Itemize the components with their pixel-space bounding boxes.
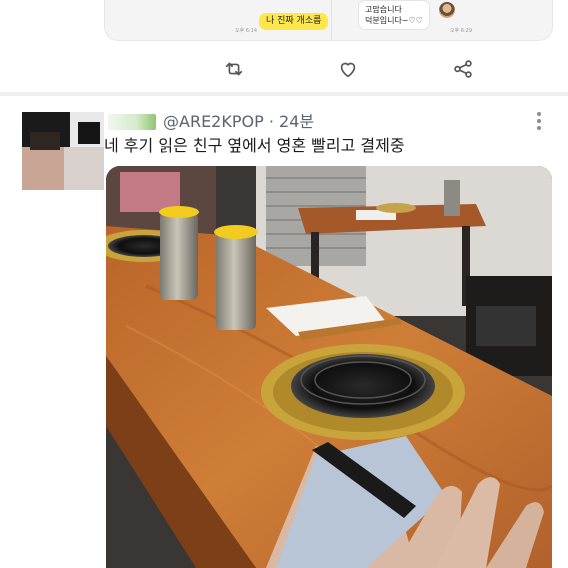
tweet-separator: [0, 92, 568, 96]
more-options-button[interactable]: [532, 110, 546, 132]
meta-separator: ·: [268, 112, 274, 131]
chat-divider: [331, 0, 332, 40]
chat-bubble-white-line2: 덕분입니다~♡♡: [365, 16, 423, 25]
chat-bubble-white: 고맙습니다 덕분입니다~♡♡: [358, 0, 430, 30]
display-name-redacted: [108, 114, 156, 130]
tweet-text: 네 후기 읽은 친구 옆에서 영혼 빨리고 결제중: [104, 136, 405, 155]
chat-avatar: [439, 2, 455, 18]
share-button[interactable]: [449, 55, 477, 83]
quoted-chat-card[interactable]: 오후 6:14 나 진짜 개소름 고맙습니다 덕분입니다~♡♡ 오후 6:29: [104, 0, 553, 41]
retweet-button[interactable]: [220, 55, 248, 83]
like-button[interactable]: [334, 55, 362, 83]
user-handle[interactable]: @ARE2KPOP: [163, 112, 264, 131]
tweet-time[interactable]: 24분: [279, 112, 314, 131]
more-icon: [537, 112, 541, 116]
restaurant-photo: [106, 166, 552, 568]
tweet-photo[interactable]: [106, 166, 552, 568]
tweet-meta: @ARE2KPOP · 24분: [163, 112, 314, 132]
retweet-icon: [225, 62, 243, 76]
chat-bubble-white-line1: 고맙습니다: [365, 5, 402, 14]
avatar[interactable]: [22, 112, 104, 190]
chat-time-right: 오후 6:29: [450, 28, 473, 34]
heart-icon: [340, 62, 356, 78]
chat-time-left: 오후 6:14: [235, 28, 258, 34]
chat-bubble-yellow: 나 진짜 개소름: [259, 13, 329, 30]
share-icon: [454, 60, 472, 78]
tweet-action-bar: [0, 55, 568, 83]
